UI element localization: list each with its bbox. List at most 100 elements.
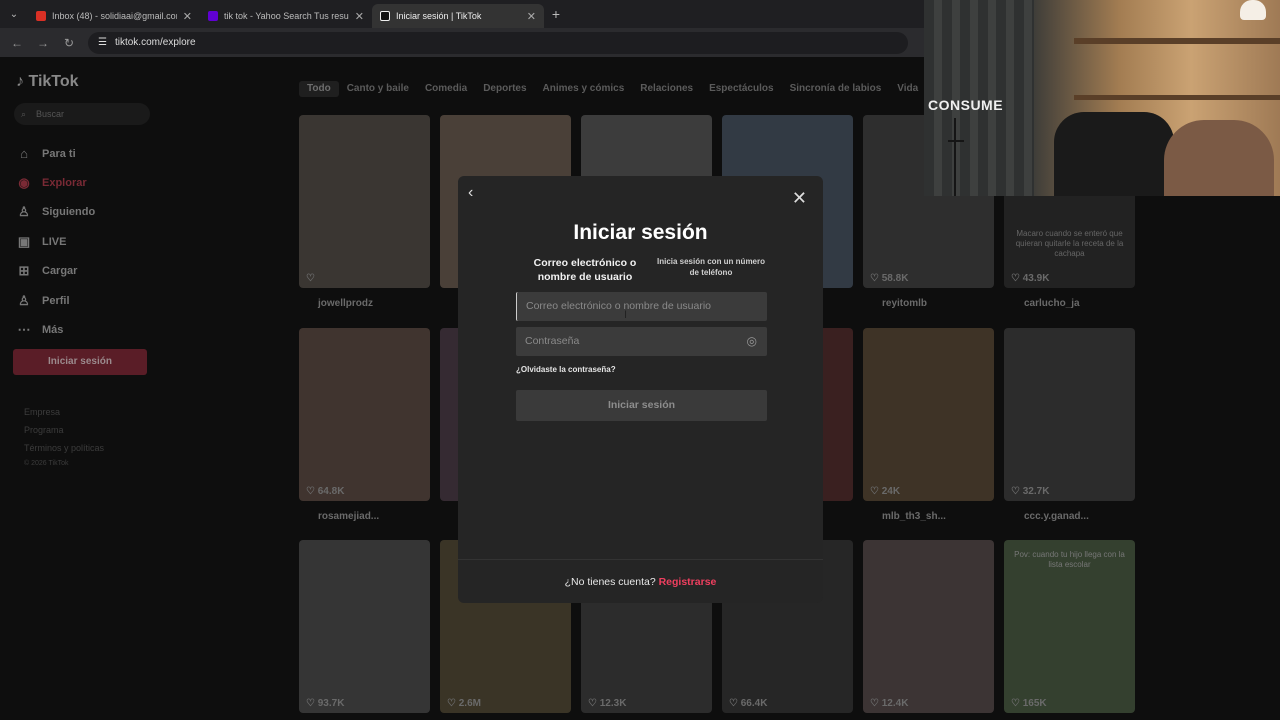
video-card[interactable]: ♡ 64.8K	[299, 328, 430, 501]
password-field[interactable]: Contraseña ◎	[516, 327, 767, 356]
tab-animes-y-comics[interactable]: Animes y cómics	[535, 81, 633, 97]
video-card[interactable]: ♡ 12.4K	[863, 540, 994, 713]
site-info-icon[interactable]: ☰	[98, 37, 107, 48]
webcam-overlay: CONSUME	[924, 0, 1280, 196]
sidebar-item-siguiendo[interactable]: ♙ Siguiendo	[16, 198, 95, 227]
email-field[interactable]: Correo electrónico o nombre de usuario	[516, 292, 767, 321]
video-card[interactable]: Pov: cuando tu hijo llega con la lista e…	[1004, 540, 1135, 713]
tab-title: Iniciar sesión | TikTok	[396, 11, 482, 21]
back-arrow-icon[interactable]: ←	[6, 32, 28, 54]
tab-relaciones[interactable]: Relaciones	[632, 81, 701, 97]
tiktok-logo[interactable]: ♪ TikTok	[16, 73, 79, 91]
browser-tab-gmail[interactable]: Inbox (48) - solidiaai@gmail.com ✕	[28, 4, 200, 28]
search-icon: ⌕	[21, 109, 27, 119]
view-count: ♡	[306, 273, 315, 284]
forgot-password-link[interactable]: ¿Olvidaste la contraseña?	[516, 365, 616, 374]
tab-comedia[interactable]: Comedia	[417, 81, 475, 97]
video-author[interactable]: jowellprodz	[318, 298, 373, 309]
view-count: ♡ 24K	[870, 486, 901, 497]
modal-title: Iniciar sesión	[573, 221, 708, 244]
footer-link-empresa[interactable]: Empresa	[24, 403, 104, 421]
tab-canto-y-baile[interactable]: Canto y baile	[339, 81, 417, 97]
tiktok-logo-icon: ♪	[16, 73, 24, 90]
footer-link-terminos[interactable]: Términos y políticas	[24, 439, 104, 457]
text-cursor-icon: I	[624, 309, 628, 321]
video-card[interactable]: ♡ 32.7K	[1004, 328, 1135, 501]
forward-arrow-icon[interactable]: →	[32, 32, 54, 54]
reload-icon[interactable]: ↻	[58, 32, 80, 54]
close-tab-icon[interactable]: ✕	[183, 10, 192, 23]
more-icon: ⋯	[17, 322, 31, 338]
login-submit-button[interactable]: Iniciar sesión	[516, 390, 767, 421]
tab-vida[interactable]: Vida	[889, 81, 926, 97]
video-author[interactable]: ccc.y.ganad...	[1024, 511, 1089, 522]
new-tab-button[interactable]: +	[544, 6, 568, 22]
sidebar-item-cargar[interactable]: ⊞ Cargar	[16, 257, 95, 286]
browser-tab-yahoo[interactable]: tik tok - Yahoo Search Tus resultados ✕	[200, 4, 372, 28]
view-count: ♡ 12.3K	[588, 698, 627, 709]
profile-icon: ♙	[18, 292, 30, 308]
video-caption: Pov: cuando tu hijo llega con la lista e…	[1014, 550, 1125, 569]
video-author[interactable]: rosamejiad...	[318, 511, 379, 522]
tab-deportes[interactable]: Deportes	[475, 81, 534, 97]
sidebar-item-perfil[interactable]: ♙ Perfil	[16, 286, 95, 315]
webcam-sign-text: CONSUME	[928, 97, 1004, 113]
webcam-mic-stand	[948, 140, 964, 142]
view-count: ♡ 165K	[1011, 698, 1047, 709]
url-field[interactable]: ☰ tiktok.com/explore	[88, 31, 908, 54]
sidebar-nav: ⌂ Para ti ◉ Explorar ♙ Siguiendo ▣ LIVE ⊞ Car…	[16, 139, 96, 345]
register-link[interactable]: Registrarse	[659, 576, 717, 588]
view-count: ♡ 93.7K	[306, 698, 345, 709]
tab-sincronia-de-labios[interactable]: Sincronía de labios	[782, 81, 890, 97]
view-count: ♡ 12.4K	[870, 698, 909, 709]
copyright-text: © 2026 TikTok	[24, 460, 69, 467]
category-tabs: Todo Canto y baile Comedia Deportes Anim…	[299, 81, 926, 97]
video-card[interactable]: ♡	[299, 115, 430, 288]
login-modal: ‹ ✕ Iniciar sesión Correo electrónico o …	[458, 176, 823, 603]
video-card[interactable]: ♡ 93.7K	[299, 540, 430, 713]
footer-link-programa[interactable]: Programa	[24, 421, 104, 439]
no-account-text: ¿No tienes cuenta?	[564, 576, 656, 588]
upload-icon: ⊞	[18, 263, 30, 279]
url-text: tiktok.com/explore	[114, 37, 196, 48]
browser-tab-tiktok[interactable]: Iniciar sesión | TikTok ✕	[372, 4, 544, 28]
video-author[interactable]: reyitomlb	[882, 298, 927, 309]
live-icon: ▣	[17, 233, 31, 249]
compass-icon: ◉	[18, 175, 30, 191]
webcam-mic-stand	[954, 118, 956, 196]
view-count: ♡ 66.4K	[729, 698, 768, 709]
back-chevron-icon[interactable]: ‹	[468, 184, 473, 202]
tab-search-chevron-icon[interactable]: ⌄	[0, 0, 28, 28]
sidebar-item-mas[interactable]: ⋯ Más	[16, 315, 95, 344]
video-caption: Macaro cuando se enteró que quieran quit…	[1015, 229, 1124, 258]
tab-espectaculos[interactable]: Espectáculos	[701, 81, 781, 97]
close-tab-icon[interactable]: ✕	[527, 10, 536, 23]
sidebar-item-para-ti[interactable]: ⌂ Para ti	[16, 139, 95, 168]
view-count: ♡ 43.9K	[1011, 273, 1050, 284]
tab-title: Inbox (48) - solidiaai@gmail.com	[52, 11, 177, 21]
eye-slash-icon[interactable]: ◎	[747, 327, 757, 356]
tiktok-icon	[380, 11, 390, 21]
video-author[interactable]: mlb_th3_sh...	[882, 511, 946, 522]
view-count: ♡ 58.8K	[870, 273, 909, 284]
view-count: ♡ 64.8K	[306, 486, 345, 497]
video-author[interactable]: carlucho_ja	[1024, 298, 1080, 309]
webcam-shelf	[1074, 38, 1280, 44]
search-input[interactable]: ⌕ Buscar	[14, 103, 150, 125]
webcam-person	[1164, 120, 1274, 196]
close-tab-icon[interactable]: ✕	[355, 10, 364, 23]
user-follow-icon: ♙	[18, 204, 30, 220]
video-card[interactable]: ♡ 24K	[863, 328, 994, 501]
tab-todo[interactable]: Todo	[299, 81, 339, 97]
modal-footer: ¿No tienes cuenta? Registrarse	[458, 559, 823, 603]
sidebar-item-live[interactable]: ▣ LIVE	[16, 227, 95, 256]
login-tab-phone[interactable]: Inicia sesión con un número de teléfono	[656, 256, 766, 278]
webcam-shelf	[1074, 95, 1280, 100]
tab-title: tik tok - Yahoo Search Tus resultados	[224, 11, 349, 21]
view-count: ♡ 2.6M	[447, 698, 481, 709]
sidebar-item-explorar[interactable]: ◉ Explorar	[16, 168, 95, 197]
sidebar-login-button[interactable]: Iniciar sesión	[13, 349, 147, 375]
close-icon[interactable]: ✕	[792, 188, 807, 209]
login-tab-email[interactable]: Correo electrónico o nombre de usuario	[514, 256, 656, 284]
yahoo-icon	[208, 11, 218, 21]
